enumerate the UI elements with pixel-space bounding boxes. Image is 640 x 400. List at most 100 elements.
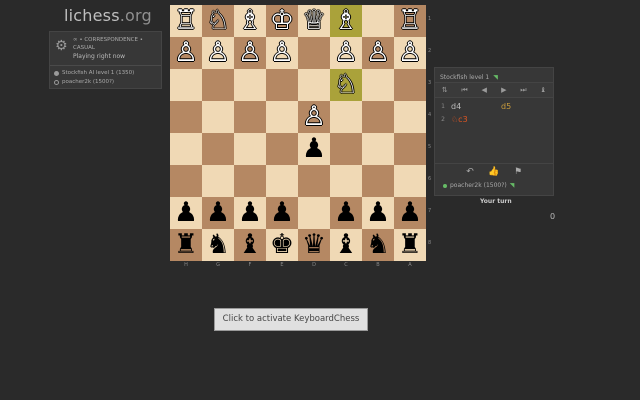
- resign-flag-icon[interactable]: ⚑: [510, 167, 526, 177]
- white-piece-icon[interactable]: ♘: [334, 69, 358, 101]
- player-row-black[interactable]: poacher2k (1500?): [54, 78, 157, 87]
- square-e5[interactable]: [266, 133, 298, 165]
- square-a5[interactable]: [394, 133, 426, 165]
- chess-board[interactable]: ♖ ♘ ♗ ♔ ♕ ♗ ♖ ♙ ♙ ♙ ♙ ♙ ♙ ♙ ♘ ♙ ♟ ♟ ♟ ♟ ♟ ♟ ♟ ♟ ♜ ♞ ♝ ♚ ♛ ♝ ♞ ♜: [170, 5, 426, 261]
- square-d3[interactable]: [298, 69, 330, 101]
- white-piece-icon[interactable]: ♖: [174, 5, 198, 37]
- square-a2[interactable]: ♙: [394, 37, 426, 69]
- square-f7[interactable]: ♟: [234, 197, 266, 229]
- first-move-icon[interactable]: ⏮: [457, 86, 471, 95]
- square-g6[interactable]: [202, 165, 234, 197]
- white-piece-icon[interactable]: ♕: [302, 5, 326, 37]
- square-g4[interactable]: [202, 101, 234, 133]
- square-g1[interactable]: ♘: [202, 5, 234, 37]
- white-piece-icon[interactable]: ♗: [238, 5, 262, 37]
- black-piece-icon[interactable]: ♟: [302, 133, 326, 165]
- white-piece-icon[interactable]: ♙: [238, 37, 262, 69]
- move-white[interactable]: ♘c3: [451, 115, 501, 124]
- square-f6[interactable]: [234, 165, 266, 197]
- square-h2[interactable]: ♙: [170, 37, 202, 69]
- square-e7[interactable]: ♟: [266, 197, 298, 229]
- square-h3[interactable]: [170, 69, 202, 101]
- square-h5[interactable]: [170, 133, 202, 165]
- white-piece-icon[interactable]: ♙: [302, 101, 326, 133]
- my-player-name[interactable]: poacher2k (1500?): [450, 182, 507, 189]
- square-a7[interactable]: ♟: [394, 197, 426, 229]
- square-d5[interactable]: ♟: [298, 133, 330, 165]
- square-h1[interactable]: ♖: [170, 5, 202, 37]
- square-d6[interactable]: [298, 165, 330, 197]
- square-d1[interactable]: ♕: [298, 5, 330, 37]
- square-b3[interactable]: [362, 69, 394, 101]
- square-b6[interactable]: [362, 165, 394, 197]
- square-c7[interactable]: ♟: [330, 197, 362, 229]
- square-f2[interactable]: ♙: [234, 37, 266, 69]
- square-e2[interactable]: ♙: [266, 37, 298, 69]
- site-logo[interactable]: lichess.org: [64, 6, 152, 25]
- black-piece-icon[interactable]: ♟: [398, 197, 422, 229]
- square-a4[interactable]: [394, 101, 426, 133]
- square-g3[interactable]: [202, 69, 234, 101]
- square-c8[interactable]: ♝: [330, 229, 362, 261]
- white-piece-icon[interactable]: ♙: [206, 37, 230, 69]
- black-piece-icon[interactable]: ♞: [206, 229, 230, 261]
- white-piece-icon[interactable]: ♙: [398, 37, 422, 69]
- black-piece-icon[interactable]: ♟: [366, 197, 390, 229]
- square-b1[interactable]: [362, 5, 394, 37]
- square-d7[interactable]: [298, 197, 330, 229]
- analysis-icon[interactable]: ♝: [536, 86, 550, 94]
- white-piece-icon[interactable]: ♖: [398, 5, 422, 37]
- last-move-icon[interactable]: ⏭: [516, 86, 530, 95]
- square-h6[interactable]: [170, 165, 202, 197]
- square-h8[interactable]: ♜: [170, 229, 202, 261]
- square-c3[interactable]: ♘: [330, 69, 362, 101]
- square-a8[interactable]: ♜: [394, 229, 426, 261]
- square-g5[interactable]: [202, 133, 234, 165]
- square-f1[interactable]: ♗: [234, 5, 266, 37]
- square-e4[interactable]: [266, 101, 298, 133]
- square-b4[interactable]: [362, 101, 394, 133]
- square-f8[interactable]: ♝: [234, 229, 266, 261]
- black-piece-icon[interactable]: ♝: [334, 229, 358, 261]
- white-piece-icon[interactable]: ♙: [334, 37, 358, 69]
- square-c5[interactable]: [330, 133, 362, 165]
- square-c4[interactable]: [330, 101, 362, 133]
- black-piece-icon[interactable]: ♟: [174, 197, 198, 229]
- square-e1[interactable]: ♔: [266, 5, 298, 37]
- prev-move-icon[interactable]: ◀: [477, 86, 491, 94]
- square-a6[interactable]: [394, 165, 426, 197]
- square-b7[interactable]: ♟: [362, 197, 394, 229]
- black-piece-icon[interactable]: ♝: [238, 229, 262, 261]
- square-d8[interactable]: ♛: [298, 229, 330, 261]
- square-h7[interactable]: ♟: [170, 197, 202, 229]
- square-c1[interactable]: ♗: [330, 5, 362, 37]
- black-piece-icon[interactable]: ♟: [334, 197, 358, 229]
- move-black[interactable]: d5: [501, 102, 541, 111]
- black-piece-icon[interactable]: ♟: [206, 197, 230, 229]
- square-f5[interactable]: [234, 133, 266, 165]
- square-g2[interactable]: ♙: [202, 37, 234, 69]
- square-e3[interactable]: [266, 69, 298, 101]
- black-piece-icon[interactable]: ♛: [302, 229, 326, 261]
- square-e6[interactable]: [266, 165, 298, 197]
- square-g7[interactable]: ♟: [202, 197, 234, 229]
- square-f4[interactable]: [234, 101, 266, 133]
- player-row-white[interactable]: Stockfish AI level 1 (1350): [54, 69, 157, 78]
- white-piece-icon[interactable]: ♙: [366, 37, 390, 69]
- square-c6[interactable]: [330, 165, 362, 197]
- square-e8[interactable]: ♚: [266, 229, 298, 261]
- black-piece-icon[interactable]: ♚: [270, 229, 294, 261]
- square-a1[interactable]: ♖: [394, 5, 426, 37]
- white-piece-icon[interactable]: ♔: [270, 5, 294, 37]
- square-h4[interactable]: [170, 101, 202, 133]
- square-c2[interactable]: ♙: [330, 37, 362, 69]
- white-piece-icon[interactable]: ♙: [270, 37, 294, 69]
- black-piece-icon[interactable]: ♜: [398, 229, 422, 261]
- square-a3[interactable]: [394, 69, 426, 101]
- white-piece-icon[interactable]: ♙: [174, 37, 198, 69]
- black-piece-icon[interactable]: ♟: [238, 197, 262, 229]
- white-piece-icon[interactable]: ♘: [206, 5, 230, 37]
- square-d4[interactable]: ♙: [298, 101, 330, 133]
- square-g8[interactable]: ♞: [202, 229, 234, 261]
- activate-keyboard-chess-button[interactable]: Click to activate KeyboardChess: [214, 308, 368, 331]
